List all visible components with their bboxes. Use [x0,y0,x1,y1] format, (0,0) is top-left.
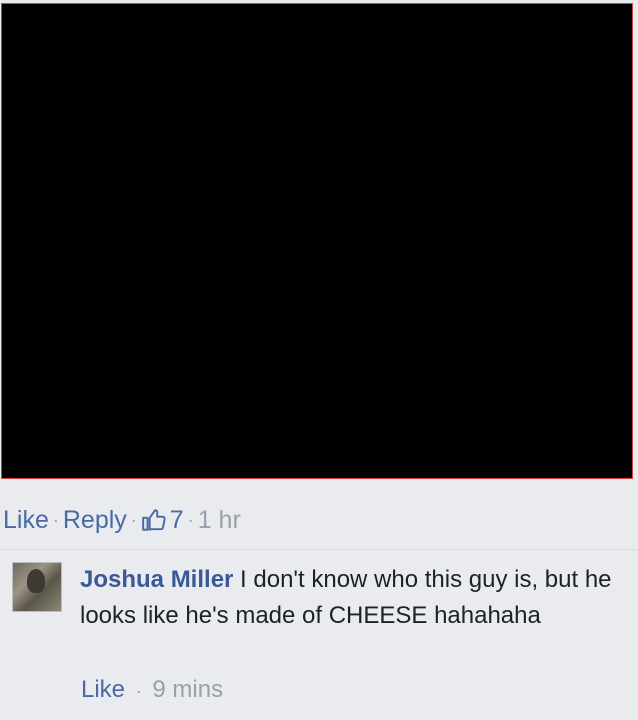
comment-timestamp[interactable]: 1 hr [198,506,241,535]
reply-body: Joshua Miller I don't know who this guy … [80,562,620,634]
like-link[interactable]: Like [3,506,49,535]
like-count-value: 7 [169,505,184,534]
reply-author[interactable]: Joshua Miller [80,566,233,593]
comment-actions: Like · Reply · 7 · 1 hr [3,504,241,536]
separator-dot: · [130,509,137,530]
avatar[interactable] [12,562,62,612]
reply-link[interactable]: Reply [63,506,127,535]
thumbs-up-icon [141,509,166,531]
reply-timestamp[interactable]: 9 mins [152,676,223,703]
like-count[interactable]: 7 [141,506,184,535]
reply-like-link[interactable]: Like [81,676,125,703]
reply-divider [0,549,638,550]
separator-dot: · [135,681,142,701]
separator-dot: · [187,509,194,530]
reply-actions: Like · 9 mins [81,676,223,704]
separator-dot: · [52,509,59,530]
comment-image[interactable] [1,3,633,479]
